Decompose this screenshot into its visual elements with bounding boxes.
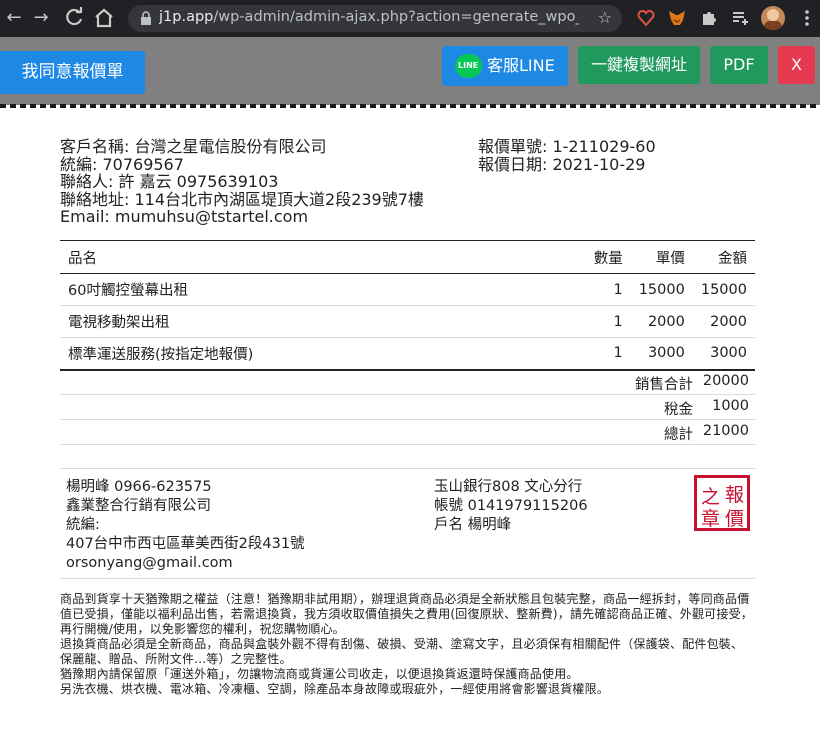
terms-paragraph: 另洗衣機、烘衣機、電冰箱、冷凍櫃、空調，除產品本身故障或瑕疵外，一經使用將會影響… [60,682,610,696]
item-name: 標準運送服務(按指定地報價) [60,337,579,371]
item-name: 電視移動架出租 [60,305,579,338]
item-qty: 1 [578,305,631,338]
address-bar[interactable]: j1p.app/wp-admin/admin-ajax.php?action=g… [128,5,622,32]
line-support-button[interactable]: LINE 客服LINE [442,46,568,86]
item-amount: 3000 [692,337,755,371]
table-row: 電視移動架出租 1 2000 2000 [60,305,755,338]
seal-char: 章 [701,508,721,530]
reload-icon[interactable] [62,6,86,30]
total-row: 總計 21000 [60,420,755,445]
item-amount: 2000 [692,305,755,338]
seller-address: 407台中市西屯區華美西街2段431號 [66,536,305,552]
subtotal-row: 銷售合計 20000 [60,370,755,395]
quote-date: 報價日期: 2021-10-29 [478,154,646,174]
terms-paragraph: 猶豫期內請保留原「運送外箱」，勿讓物流商或貨運公司收走，以便退換貨返還時保護商品… [60,667,579,681]
customer-email: Email: mumuhsu@tstartel.com [60,207,309,226]
col-amount-header: 金額 [692,240,755,274]
playlist-icon[interactable] [730,8,750,28]
customer-tax-id: 統編: 70769567 [60,154,184,174]
bank-info: 玉山銀行808 文心分行 帳號 0141979115206 戶名 楊明峰 [434,478,588,535]
total-value: 21000 [702,423,749,439]
table-row: 標準運送服務(按指定地報價) 1 3000 3000 [60,337,755,371]
customer-address: 聯絡地址: 114台北市內湖區堤頂大道2段239號7樓 [60,189,424,209]
seller-company: 鑫業整合行銷有限公司 [66,498,211,514]
terms-paragraph: 退換貨商品必須是全新商品，商品與盒裝外觀不得有刮傷、破損、受潮、塗寫文字，且必須… [60,637,744,666]
subtotal-label: 銷售合計 [635,377,693,393]
lock-icon[interactable] [140,11,152,25]
line-icon: LINE [455,54,482,78]
item-price: 3000 [630,337,693,371]
terms-text: 商品到貨享十天猶豫期之權益（注意！猶豫期非試用期），辦理退貨商品必須是全新狀態且… [60,592,755,697]
item-amount: 15000 [692,273,755,306]
quote-seal-stamp: 報 之 價 章 [694,475,750,531]
items-table: 品名 數量 單價 金額 60吋觸控螢幕出租 1 15000 15000 電視移動… [60,240,755,371]
total-label: 總計 [664,427,693,443]
seal-char: 價 [725,508,745,530]
bank-name: 玉山銀行808 文心分行 [434,479,583,495]
browser-toolbar: ← → j1p.app/wp-admin/admin-ajax.php?acti… [0,0,820,37]
terms-divider [60,578,755,579]
col-price-header: 單價 [630,240,693,274]
pdf-button[interactable]: PDF [710,46,768,84]
bank-account: 帳號 0141979115206 [434,498,588,514]
col-qty-header: 數量 [578,240,631,274]
profile-avatar[interactable] [761,6,785,30]
forward-icon[interactable]: → [29,6,53,30]
terms-paragraph: 商品到貨享十天猶豫期之權益（注意！猶豫期非試用期），辦理退貨商品必須是全新狀態且… [60,592,753,636]
seller-email: orsonyang@gmail.com [66,555,233,571]
customer-name: 客戶名稱: 台灣之星電信股份有限公司 [60,137,327,156]
item-price: 15000 [630,273,693,306]
seller-info: 楊明峰 0966-623575 鑫業整合行銷有限公司 統編: 407台中市西屯區… [66,478,305,573]
totals-section: 銷售合計 20000 稅金 1000 總計 21000 [60,370,755,445]
seller-contact: 楊明峰 0966-623575 [66,479,212,495]
tax-value: 1000 [712,398,749,414]
extension-heart-icon[interactable] [636,8,656,28]
quote-info: 報價單號: 1-211029-60 報價日期: 2021-10-29 [478,138,656,173]
metamask-icon[interactable] [667,8,687,28]
table-header-row: 品名 數量 單價 金額 [60,240,755,274]
tax-row: 稅金 1000 [60,395,755,420]
copy-url-button[interactable]: 一鍵複製網址 [578,46,700,84]
dashed-divider [0,104,820,108]
home-icon[interactable] [92,6,116,30]
close-button[interactable]: X [778,46,815,84]
customer-contact: 聯絡人: 許 嘉云 0975639103 [60,172,279,191]
back-icon[interactable]: ← [2,6,26,30]
customer-info: 客戶名稱: 台灣之星電信股份有限公司 統編: 70769567 聯絡人: 許 嘉… [60,138,424,226]
col-name-header: 品名 [60,240,579,274]
tax-label: 稅金 [664,402,693,418]
item-price: 2000 [630,305,693,338]
subtotal-value: 20000 [702,373,749,389]
url-text[interactable]: j1p.app/wp-admin/admin-ajax.php?action=g… [159,9,579,25]
item-name: 60吋觸控螢幕出租 [60,273,579,306]
seller-divider [60,468,755,469]
item-qty: 1 [578,337,631,371]
bank-holder: 戶名 楊明峰 [434,517,512,533]
star-icon[interactable]: ☆ [598,8,612,27]
puzzle-icon[interactable] [699,8,719,28]
seal-char: 報 [725,484,745,506]
line-support-label: 客服LINE [487,56,555,75]
table-row: 60吋觸控螢幕出租 1 15000 15000 [60,273,755,306]
menu-kebab-icon[interactable] [797,8,817,28]
quote-number: 報價單號: 1-211029-60 [478,137,656,156]
agree-quote-button[interactable]: 我同意報價單 [0,51,145,94]
item-qty: 1 [578,273,631,306]
seller-tax-id: 統編: [66,517,100,533]
